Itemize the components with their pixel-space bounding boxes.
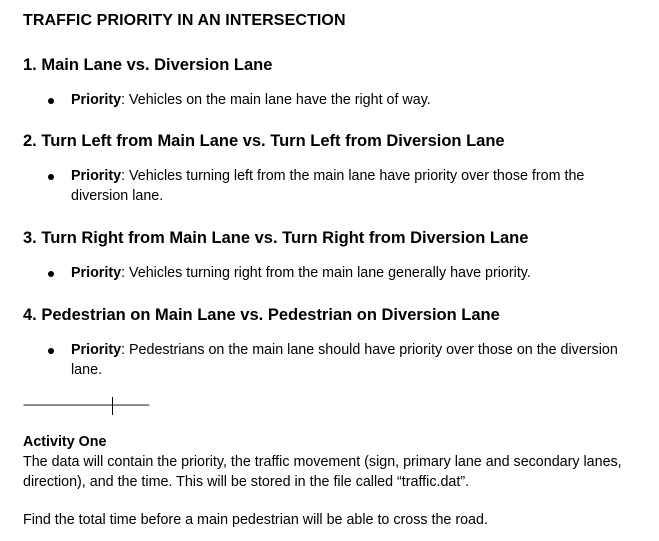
document-title: TRAFFIC PRIORITY IN AN INTERSECTION: [23, 12, 346, 29]
bullet-text: : Vehicles turning left from the main la…: [71, 168, 585, 204]
bullet-term: Priority: [71, 342, 122, 358]
activity-description: The data will contain the priority, the …: [23, 454, 622, 490]
activity-heading: Activity One: [23, 434, 107, 450]
section-heading: 2. Turn Left from Main Lane vs. Turn Lef…: [23, 132, 505, 150]
bullet-term: Priority: [71, 168, 122, 184]
bullet-icon: [48, 271, 54, 277]
list-item: Priority: Pedestrians on the main lane s…: [23, 341, 641, 380]
text-cursor: [112, 397, 113, 415]
bullet-icon: [48, 348, 54, 354]
section-pedestrian: 4. Pedestrian on Main Lane vs. Pedestria…: [23, 305, 653, 380]
section-heading: 1. Main Lane vs. Diversion Lane: [23, 56, 273, 74]
bullet-text: : Pedestrians on the main lane should ha…: [71, 342, 618, 378]
activity-task: Find the total time before a main pedest…: [23, 512, 488, 528]
section-main-vs-diversion: 1. Main Lane vs. Diversion Lane Priority…: [23, 55, 653, 111]
section-heading: 4. Pedestrian on Main Lane vs. Pedestria…: [23, 306, 500, 324]
section-turn-left: 2. Turn Left from Main Lane vs. Turn Lef…: [23, 131, 653, 206]
section-heading: 3. Turn Right from Main Lane vs. Turn Ri…: [23, 229, 529, 247]
list-item: Priority: Vehicles on the main lane have…: [23, 91, 641, 111]
bullet-text: : Vehicles turning right from the main l…: [121, 265, 531, 281]
text-divider: ----------------------------------------…: [23, 397, 150, 411]
bullet-term: Priority: [71, 92, 122, 108]
bullet-icon: [48, 174, 54, 180]
list-item: Priority: Vehicles turning left from the…: [23, 167, 641, 206]
section-turn-right: 3. Turn Right from Main Lane vs. Turn Ri…: [23, 228, 653, 284]
bullet-icon: [48, 98, 54, 104]
bullet-text: : Vehicles on the main lane have the rig…: [121, 92, 431, 108]
bullet-term: Priority: [71, 265, 122, 281]
list-item: Priority: Vehicles turning right from th…: [23, 264, 641, 284]
